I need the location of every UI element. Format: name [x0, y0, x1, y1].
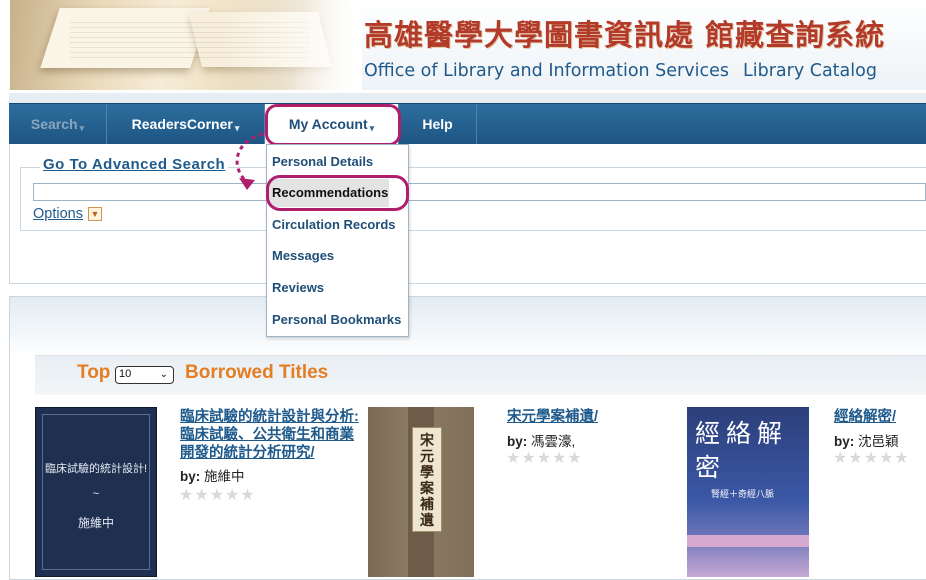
header-banner: 高雄醫學大學圖書資訊處 館藏查詢系統 Office of Library and…	[0, 0, 926, 93]
cover-title: 經絡解密	[695, 419, 789, 482]
catalog-title: Library Catalog	[742, 61, 877, 81]
by-label: by:	[180, 469, 201, 484]
nav-help-label: Help	[422, 116, 453, 132]
book-cover[interactable]: 宋元學案補遺	[368, 407, 474, 577]
cover-subtitle: 腎經＋奇經八脈	[711, 489, 775, 499]
nav-help[interactable]: Help	[399, 104, 477, 145]
cover-author: 施維中	[77, 516, 114, 530]
author-name: 沈邑穎	[858, 434, 899, 449]
nav-top-strip	[9, 93, 926, 103]
cover-title: 臨床試驗的統計設計!	[44, 463, 148, 475]
book-author: by: 沈邑穎	[834, 430, 899, 450]
book-cover[interactable]: 經絡解密 腎經＋奇經八脈	[687, 407, 809, 577]
nav-readers-corner-label: ReadersCorner	[131, 116, 233, 132]
book-title-link[interactable]: 經絡解密/	[834, 408, 896, 426]
my-account-highlight-ring	[265, 104, 401, 146]
nav-search[interactable]: Search ▾	[9, 104, 107, 145]
options-link[interactable]: Options	[33, 206, 83, 222]
recommendations-highlight-ring	[266, 175, 409, 211]
by-label: by:	[834, 434, 855, 449]
chevron-down-icon: ⌄	[159, 369, 168, 380]
menu-item-circulation-records[interactable]: Circulation Records	[272, 211, 396, 239]
nav-search-label: Search	[30, 116, 78, 132]
search-input[interactable]	[33, 183, 926, 201]
book-cover[interactable]: 臨床試驗的統計設計! ~ 施維中	[35, 407, 157, 577]
cover-tilde: ~	[92, 488, 100, 500]
open-book-image	[10, 0, 362, 90]
main-navbar: Search ▾ ReadersCorner ▾ My Account ▾ Help	[9, 103, 926, 145]
top-count-value: 10	[119, 368, 132, 380]
cover-title: 宋元學案補遺	[420, 433, 434, 529]
rating-stars[interactable]: ★★★★★	[506, 448, 583, 468]
site-title-english: Office of Library and Information Servic…	[364, 61, 877, 81]
site-title-chinese: 高雄醫學大學圖書資訊處 館藏查詢系統	[364, 18, 886, 52]
menu-item-personal-details[interactable]: Personal Details	[272, 148, 373, 176]
rating-stars[interactable]: ★★★★★	[179, 485, 256, 505]
rating-stars[interactable]: ★★★★★	[833, 448, 910, 468]
office-title: Office of Library and Information Servic…	[364, 61, 729, 81]
book-title-link[interactable]: 臨床試驗的統計設計與分析: 臨床試驗、公共衛生和商業開發的統計分析研究/	[180, 408, 365, 462]
chevron-down-icon[interactable]: ▼	[88, 207, 102, 221]
book-title-link[interactable]: 宋元學案補遺/	[507, 408, 598, 426]
my-account-dropdown: Personal Details Recommendations Circula…	[266, 144, 409, 337]
author-name: 施維中	[204, 469, 245, 484]
menu-item-personal-bookmarks[interactable]: Personal Bookmarks	[272, 306, 401, 334]
author-name: 馮雲濠,	[531, 434, 576, 449]
menu-item-messages[interactable]: Messages	[272, 242, 334, 270]
book-author: by: 施維中	[180, 465, 245, 485]
annotation-arrow-icon	[235, 132, 264, 190]
book-author: by: 馮雲濠,	[507, 430, 575, 450]
borrowed-titles-label: Borrowed Titles	[185, 362, 329, 383]
by-label: by:	[507, 434, 528, 449]
chevron-down-icon: ▾	[79, 123, 85, 133]
advanced-search-link[interactable]: Go To Advanced Search	[40, 156, 229, 173]
top-count-select[interactable]: 10 ⌄	[115, 366, 174, 384]
top-label: Top	[77, 362, 111, 383]
menu-item-reviews[interactable]: Reviews	[272, 274, 324, 302]
